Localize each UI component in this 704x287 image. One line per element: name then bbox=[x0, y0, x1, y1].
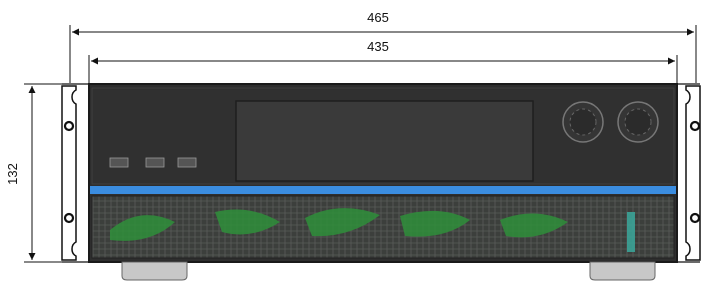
drawing-stage: 465 435 132 bbox=[0, 0, 704, 282]
rack-ear-right-outline bbox=[685, 85, 701, 261]
front-view-drawing: 465 435 132 bbox=[5, 10, 701, 281]
front-button-2[interactable] bbox=[145, 157, 165, 168]
dimension-label-panel: 435 bbox=[367, 39, 389, 54]
knob-inner-ring bbox=[624, 108, 652, 136]
mounting-hole-icon bbox=[63, 120, 75, 132]
front-button-1[interactable] bbox=[109, 157, 129, 168]
dimension-height: 132 bbox=[5, 83, 68, 263]
mounting-hole-icon bbox=[689, 212, 701, 224]
feet bbox=[121, 261, 656, 281]
display-window bbox=[235, 100, 534, 182]
knob-left[interactable] bbox=[562, 101, 604, 143]
mounting-hole-icon bbox=[63, 212, 75, 224]
dimension-label-height: 132 bbox=[5, 163, 20, 185]
status-led-strip bbox=[627, 212, 635, 252]
knob-right[interactable] bbox=[617, 101, 659, 143]
rack-ear-left bbox=[61, 83, 89, 263]
dimension-panel-width: 435 bbox=[88, 39, 678, 88]
accent-strip bbox=[90, 186, 676, 194]
foot-left bbox=[121, 261, 188, 281]
front-panel bbox=[88, 83, 678, 263]
mounting-hole-icon bbox=[689, 120, 701, 132]
rack-ear-left-outline bbox=[61, 85, 77, 261]
knob-inner-ring bbox=[569, 108, 597, 136]
front-button-3[interactable] bbox=[177, 157, 197, 168]
rack-ear-right bbox=[677, 83, 701, 263]
foot-right bbox=[589, 261, 656, 281]
dimension-label-overall: 465 bbox=[367, 10, 389, 25]
ventilation-grille bbox=[91, 195, 675, 259]
